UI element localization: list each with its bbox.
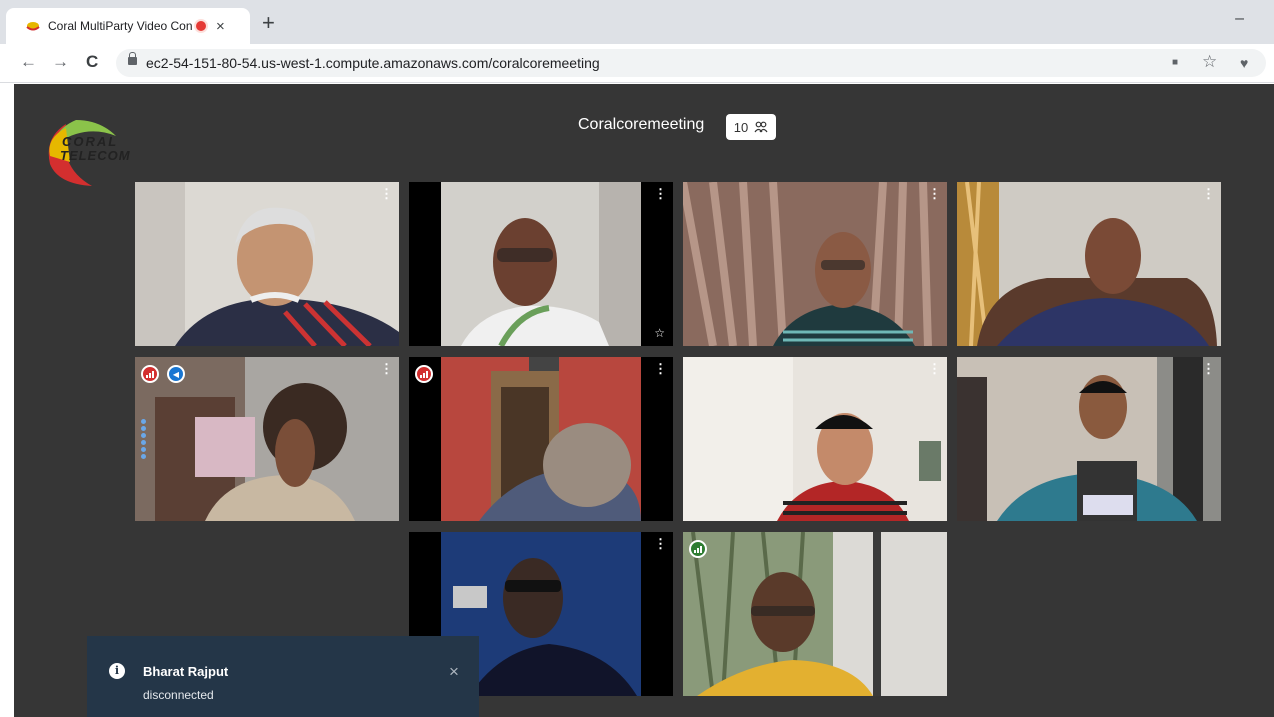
camera-icon[interactable]: ■ <box>1172 57 1178 68</box>
extension-shield-icon[interactable]: ♥ <box>1240 55 1248 71</box>
meeting-title: Coralcoremeeting <box>578 116 705 133</box>
conference-app: CORAL TELECOM Coralcoremeeting 10 ⋮ ⋮ ☆ … <box>14 84 1274 717</box>
participant-video-tile[interactable] <box>683 532 947 696</box>
toast-close-icon[interactable]: × <box>449 662 459 682</box>
tile-menu-icon[interactable]: ⋮ <box>928 187 941 200</box>
recording-indicator-icon <box>196 21 206 31</box>
tile-menu-icon[interactable]: ⋮ <box>928 362 941 375</box>
participant-video-tile[interactable]: ⋮ ☆ <box>409 182 673 346</box>
participant-video-tile-active[interactable]: ◀ ⋮ <box>135 357 399 521</box>
tile-menu-icon[interactable]: ⋮ <box>654 537 667 550</box>
tile-menu-icon[interactable]: ⋮ <box>654 362 667 375</box>
audio-level-icon <box>141 419 147 459</box>
browser-tab[interactable]: Coral MultiParty Video Confe × <box>6 8 250 44</box>
network-good-icon <box>689 540 707 558</box>
dominant-speaker-icon: ◀ <box>167 365 185 383</box>
bookmark-star-icon[interactable]: ☆ <box>1202 52 1217 72</box>
participant-video-tile[interactable]: ⋮ <box>957 357 1221 521</box>
toast-message: disconnected <box>143 688 214 702</box>
pinned-star-icon[interactable]: ☆ <box>654 326 665 340</box>
participant-count: 10 <box>733 119 749 135</box>
participants-icon <box>754 121 768 133</box>
info-icon: i <box>109 663 125 679</box>
network-poor-icon <box>415 365 433 383</box>
participant-video-tile[interactable]: ⋮ <box>683 182 947 346</box>
back-button[interactable]: ← <box>20 53 37 71</box>
notification-toast: i Bharat Rajput disconnected × <box>87 636 479 717</box>
logo-text-coral: CORAL <box>62 134 119 149</box>
tile-menu-icon[interactable]: ⋮ <box>654 187 667 200</box>
participant-video-tile[interactable]: ⋮ <box>135 182 399 346</box>
browser-toolbar: ← → C ec2-54-151-80-54.us-west-1.compute… <box>0 44 1274 83</box>
tile-menu-icon[interactable]: ⋮ <box>1202 362 1215 375</box>
address-bar[interactable]: ec2-54-151-80-54.us-west-1.compute.amazo… <box>116 49 1266 77</box>
browser-tab-strip: Coral MultiParty Video Confe × + – <box>0 0 1274 44</box>
reload-button[interactable]: C <box>86 53 98 71</box>
participant-video-tile[interactable]: ⋮ <box>957 182 1221 346</box>
tab-close-icon[interactable]: × <box>216 18 225 35</box>
url-text[interactable]: ec2-54-151-80-54.us-west-1.compute.amazo… <box>146 55 600 71</box>
lock-icon <box>128 52 137 65</box>
participant-video-tile[interactable]: ⋮ <box>683 357 947 521</box>
coral-favicon-icon <box>26 19 40 33</box>
participant-video-tile[interactable]: ⋮ <box>409 357 673 521</box>
network-poor-icon <box>141 365 159 383</box>
tile-menu-icon[interactable]: ⋮ <box>1202 187 1215 200</box>
tile-menu-icon[interactable]: ⋮ <box>380 362 393 375</box>
logo-text-telecom: TELECOM <box>60 148 131 163</box>
toast-participant-name: Bharat Rajput <box>143 664 229 679</box>
tile-menu-icon[interactable]: ⋮ <box>380 187 393 200</box>
new-tab-button[interactable]: + <box>262 12 275 34</box>
minimize-button[interactable]: – <box>1235 10 1244 28</box>
tab-title: Coral MultiParty Video Confe <box>48 19 192 33</box>
forward-button[interactable]: → <box>52 53 69 71</box>
participant-count-badge[interactable]: 10 <box>726 114 776 140</box>
